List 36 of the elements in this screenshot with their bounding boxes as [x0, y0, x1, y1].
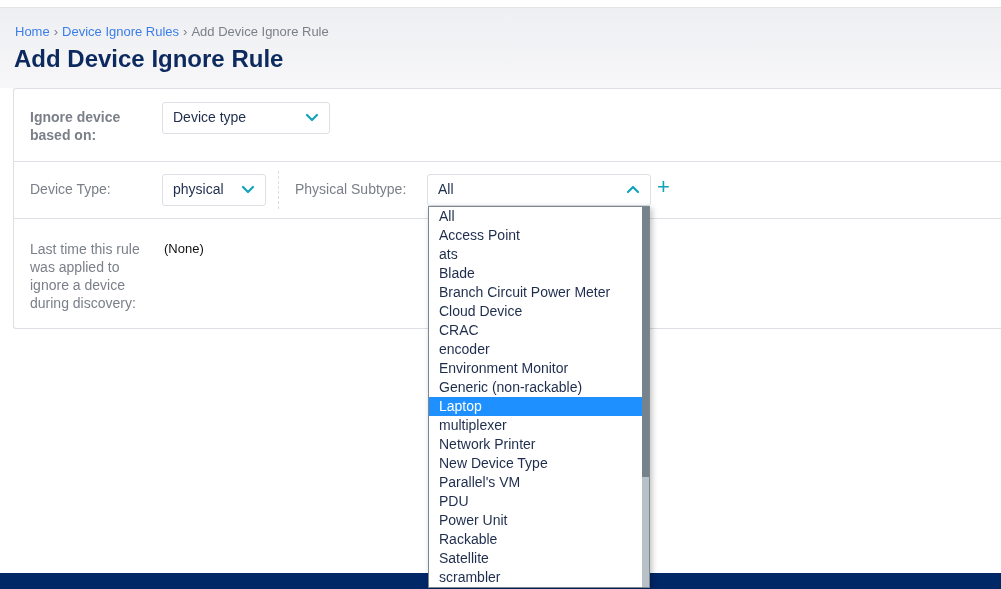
breadcrumb-current: Add Device Ignore Rule	[191, 23, 329, 41]
breadcrumb-separator: ›	[53, 23, 59, 41]
dropdown-option[interactable]: PDU	[429, 491, 642, 511]
field-label: Physical Subtype:	[295, 180, 408, 199]
dropdown-option[interactable]: encoder	[429, 339, 642, 359]
dropdown-option[interactable]: ats	[429, 244, 642, 264]
physical-subtype-select[interactable]: All	[427, 173, 651, 206]
field-value: (None)	[164, 239, 204, 258]
criterion-select[interactable]: Device type	[162, 101, 330, 134]
dropdown-option[interactable]: CRAC	[429, 320, 642, 340]
dropdown-option[interactable]: Power Unit	[429, 510, 642, 530]
chevron-up-icon	[626, 185, 640, 194]
dropdown-option[interactable]: scrambler	[429, 567, 642, 587]
dropdown-option[interactable]: Rackable	[429, 529, 642, 549]
breadcrumb-link[interactable]: Device Ignore Rules	[62, 22, 180, 42]
dropdown-option[interactable]: New Device Type	[429, 453, 642, 473]
dropdown-option[interactable]: Network Printer	[429, 434, 642, 454]
chevron-down-icon	[305, 113, 319, 122]
dropdown-option[interactable]: Parallel's VM	[429, 472, 642, 492]
dropdown-option[interactable]: Environment Monitor	[429, 358, 642, 378]
dropdown-option[interactable]: Branch Circuit Power Meter	[429, 282, 642, 302]
breadcrumb-separator: ›	[183, 23, 188, 41]
dropdown-option[interactable]: All	[429, 206, 642, 226]
category-select[interactable]: physical	[162, 173, 266, 206]
dropdown-option[interactable]: Blade	[429, 263, 642, 283]
chevron-down-icon	[241, 185, 255, 194]
field-label: Device Type:	[30, 180, 112, 199]
field-label: Last time this rule was applied to ignore a device during discovery:	[30, 239, 141, 312]
dropdown-option[interactable]: Access Point	[429, 225, 642, 245]
field-label: Ignore device based on:	[30, 107, 122, 144]
dropdown-option[interactable]: Cloud Device	[429, 301, 642, 321]
dropdown-option[interactable]: Generic (non-rackable)	[429, 377, 642, 397]
breadcrumb-link[interactable]: Home	[15, 22, 50, 42]
dropdown-option[interactable]: multiplexer	[429, 415, 642, 435]
page-title: Add Device Ignore Rule	[14, 43, 285, 74]
dropdown-option[interactable]: Satellite	[429, 548, 642, 568]
